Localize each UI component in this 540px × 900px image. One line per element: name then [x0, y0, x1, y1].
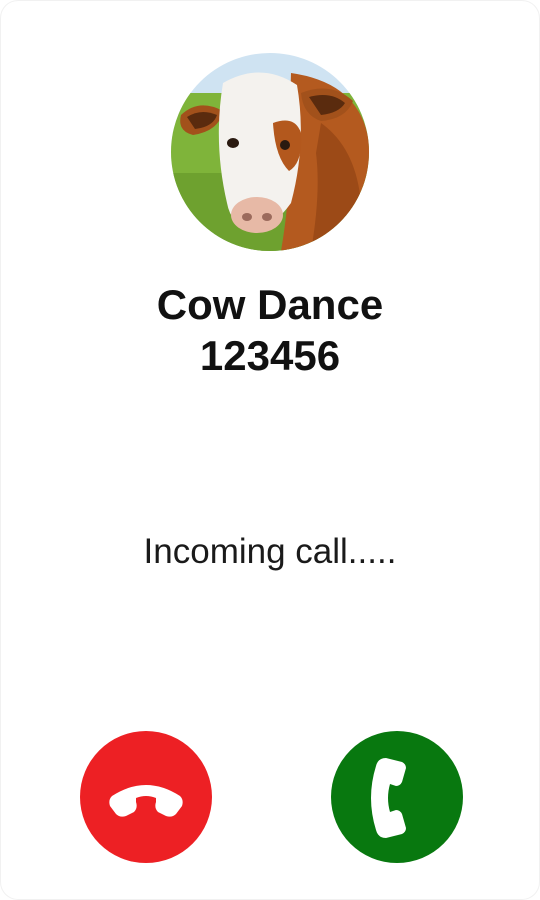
caller-name: Cow Dance	[156, 281, 384, 328]
decline-call-button[interactable]	[80, 731, 212, 863]
call-status-text: Incoming call.....	[143, 532, 397, 571]
phone-answer-icon	[371, 758, 406, 838]
accept-call-button[interactable]	[331, 731, 463, 863]
caller-avatar	[171, 53, 369, 251]
phone-hangup-icon	[109, 785, 183, 817]
cow-photo-icon	[171, 53, 369, 251]
incoming-call-screen: Cow Dance 123456 Incoming call.....	[0, 0, 540, 900]
caller-number: 123456	[199, 332, 341, 379]
